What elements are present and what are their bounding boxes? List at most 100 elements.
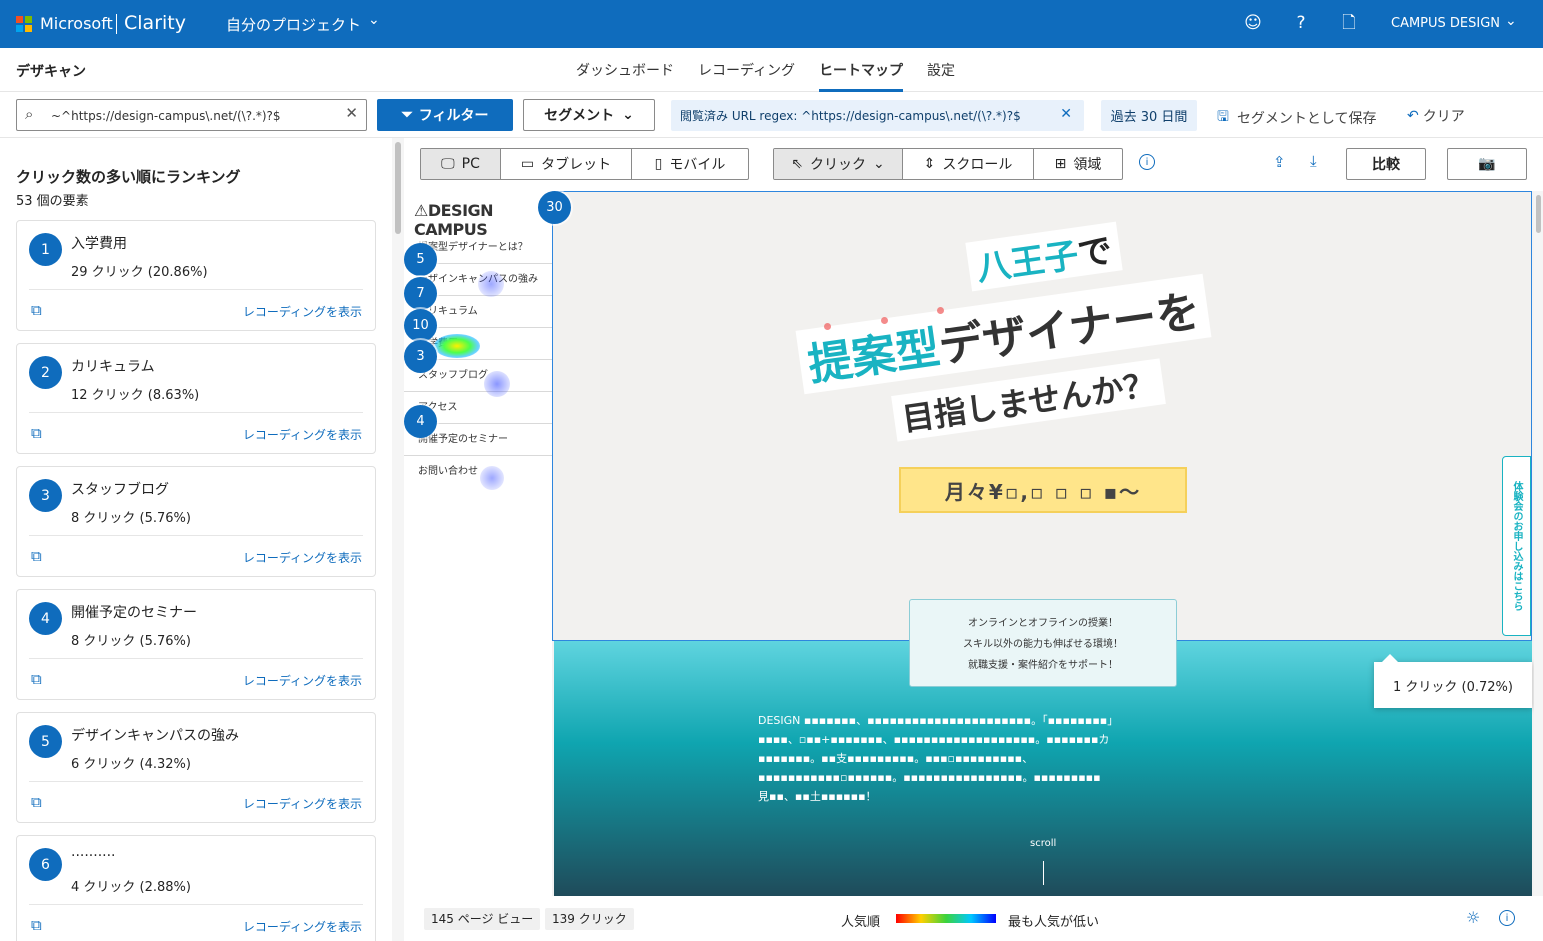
heatmap-main: 🖵 PC ▭ タブレット ▯ モバイル ⇖ クリック ⌄ ⇕ スクロール ⊞ 領… xyxy=(404,138,1543,941)
click-rank-marker[interactable]: 5 xyxy=(404,243,437,276)
device-tablet-button[interactable]: ▭ タブレット xyxy=(501,149,632,179)
mode-click-label: クリック xyxy=(810,157,866,173)
device-pc-button[interactable]: 🖵 PC xyxy=(421,149,501,179)
microsoft-logo-icon xyxy=(16,16,32,32)
clear-label: クリア xyxy=(1422,109,1465,125)
segment-button[interactable]: セグメント ⌄ xyxy=(523,99,655,131)
search-icon: ⌕ xyxy=(25,105,34,123)
intro-line: ▪▪▪▪▪▪▪。▪▪支▪▪▪▪▪▪▪▪▪。▪▪▪▫▪▪▪▪▪▪▪▪▪、 xyxy=(758,752,1034,765)
copy-icon[interactable]: ⧉ xyxy=(31,670,42,688)
scrollbar-thumb[interactable] xyxy=(1536,195,1541,233)
trial-signup-tab[interactable]: 体験会のお申し込みはこちら xyxy=(1502,456,1531,636)
account-name[interactable]: CAMPUS DESIGN xyxy=(1391,16,1500,31)
feature-line: オンラインとオフラインの授業！ xyxy=(968,618,1118,629)
heat-dot xyxy=(824,323,831,330)
close-icon[interactable]: ✕ xyxy=(345,104,358,122)
rank-badge: 2 xyxy=(29,356,62,389)
legend-least-popular: 最も人気が低い xyxy=(1008,915,1100,930)
date-filter-chip[interactable]: 過去 30 日間 xyxy=(1101,100,1197,131)
preview-nav-item[interactable]: お問い合わせ xyxy=(404,456,552,488)
device-switcher: 🖵 PC ▭ タブレット ▯ モバイル xyxy=(420,148,749,180)
click-tooltip: 1 クリック (0.72%) xyxy=(1374,654,1532,708)
info-icon[interactable]: i xyxy=(1499,910,1515,926)
chevron-down-icon[interactable]: ⌄ xyxy=(368,12,380,28)
funnel-icon: ⏷ xyxy=(401,107,413,123)
camera-icon: 📷 xyxy=(1478,156,1496,172)
click-rank-marker[interactable]: 10 xyxy=(404,309,437,342)
ranking-card[interactable]: 1 入学費用 29 クリック (20.86%) ⧉ レコーディングを表示 xyxy=(16,220,376,331)
project-selector[interactable]: 自分のプロジェクト xyxy=(226,14,361,35)
grid-icon: ⊞ xyxy=(1054,156,1067,172)
url-search-input[interactable] xyxy=(51,106,341,126)
ranking-card[interactable]: 4 開催予定のセミナー 8 クリック (5.76%) ⧉ レコーディングを表示 xyxy=(16,589,376,700)
panel-scrollbar[interactable] xyxy=(392,138,404,941)
copy-icon[interactable]: ⧉ xyxy=(31,793,42,811)
tab-settings[interactable]: 設定 xyxy=(927,48,955,92)
click-rank-marker[interactable]: 4 xyxy=(404,405,437,438)
intro-line: 見▪▪、▪▪土▪▪▪▪▪▪！ xyxy=(758,790,877,803)
chevron-down-icon[interactable]: ⌄ xyxy=(1505,13,1517,29)
element-name: 入学費用 xyxy=(71,236,127,252)
click-rank-marker[interactable]: 3 xyxy=(404,340,437,373)
click-rank-marker[interactable]: 30 xyxy=(538,191,571,224)
view-recordings-link[interactable]: レコーディングを表示 xyxy=(243,303,362,320)
info-icon[interactable]: i xyxy=(1139,154,1155,170)
panel-title: クリック数の多い順にランキング xyxy=(16,168,241,186)
feature-line: スキル以外の能力も伸ばせる環境！ xyxy=(963,639,1123,650)
page-preview[interactable]: ⚠DESIGN CAMPUS 提案型デザイナーとは？ デザインキャンパスの強み … xyxy=(404,191,1543,896)
preview-scrollbar[interactable] xyxy=(1534,191,1543,896)
brightness-icon[interactable]: ☼ xyxy=(1466,908,1480,927)
device-tablet-label: タブレット xyxy=(541,157,612,173)
ranking-card[interactable]: 3 スタッフブログ 8 クリック (5.76%) ⧉ レコーディングを表示 xyxy=(16,466,376,577)
save-segment-button[interactable]: 🖫 セグメントとして保存 xyxy=(1217,106,1377,130)
mode-scroll-label: スクロール xyxy=(942,157,1013,173)
copy-icon[interactable]: ⧉ xyxy=(31,424,42,442)
filter-button[interactable]: ⏷ フィルター xyxy=(377,99,513,131)
intro-line: ▪▪▪▪▪▪▪▪▪▪▪▫▪▪▪▪▪▪。▪▪▪▪▪▪▪▪▪▪▪▪▪▪▪▪。▪▪▪▪… xyxy=(758,771,1101,784)
click-rank-marker[interactable]: 7 xyxy=(404,277,437,310)
screenshot-button[interactable]: 📷 xyxy=(1447,148,1527,180)
rank-badge: 3 xyxy=(29,479,62,512)
scroll-icon: ⇕ xyxy=(923,156,936,172)
device-mobile-button[interactable]: ▯ モバイル xyxy=(632,149,748,179)
view-recordings-link[interactable]: レコーディングを表示 xyxy=(243,918,362,935)
copy-icon[interactable]: ⧉ xyxy=(31,301,42,319)
close-icon[interactable]: ✕ xyxy=(1060,106,1072,122)
view-recordings-link[interactable]: レコーディングを表示 xyxy=(243,426,362,443)
brand-microsoft: Microsoft xyxy=(40,14,113,33)
ranking-card[interactable]: 6 ·········· 4 クリック (2.88%) ⧉ レコーディングを表示 xyxy=(16,835,376,941)
ranking-card[interactable]: 5 デザインキャンパスの強み 6 クリック (4.32%) ⧉ レコーディングを… xyxy=(16,712,376,823)
download-icon[interactable]: ⤓ xyxy=(1310,152,1317,170)
click-count: 6 クリック (4.32%) xyxy=(71,757,191,772)
compare-button[interactable]: 比較 xyxy=(1346,148,1426,180)
tab-dashboard[interactable]: ダッシュボード xyxy=(576,48,674,92)
share-icon[interactable]: ⇪ xyxy=(1273,153,1286,171)
chevron-down-icon: ⌄ xyxy=(622,107,634,123)
clear-button[interactable]: ↶ クリア xyxy=(1407,106,1465,126)
card-divider xyxy=(29,658,363,659)
view-recordings-link[interactable]: レコーディングを表示 xyxy=(243,549,362,566)
copy-icon[interactable]: ⧉ xyxy=(31,916,42,934)
view-recordings-link[interactable]: レコーディングを表示 xyxy=(243,672,362,689)
card-divider xyxy=(29,904,363,905)
url-filter-chip[interactable]: 閲覧済み URL regex: ^https://design-campus\.… xyxy=(671,100,1084,131)
document-icon[interactable]: 🗋 xyxy=(1338,12,1360,34)
smiley-icon[interactable]: ☺ xyxy=(1242,12,1264,34)
rank-badge: 1 xyxy=(29,233,62,266)
copy-icon[interactable]: ⧉ xyxy=(31,547,42,565)
scrollbar-thumb[interactable] xyxy=(395,142,401,234)
legend-most-popular: 人気順 xyxy=(841,915,881,930)
chevron-down-icon: ⌄ xyxy=(873,156,885,172)
ranking-card[interactable]: 2 カリキュラム 12 クリック (8.63%) ⧉ レコーディングを表示 xyxy=(16,343,376,454)
card-divider xyxy=(29,781,363,782)
tab-heatmaps[interactable]: ヒートマップ xyxy=(819,48,904,92)
help-icon[interactable]: ? xyxy=(1290,12,1312,34)
heat-spot xyxy=(480,466,504,490)
mode-click-button[interactable]: ⇖ クリック ⌄ xyxy=(774,149,903,179)
view-recordings-link[interactable]: レコーディングを表示 xyxy=(243,795,362,812)
mode-scroll-button[interactable]: ⇕ スクロール xyxy=(903,149,1034,179)
brand-clarity[interactable]: Clarity xyxy=(124,12,186,34)
url-search-box[interactable]: ⌕ ✕ xyxy=(16,99,367,131)
mode-area-button[interactable]: ⊞ 領域 xyxy=(1034,149,1122,179)
tab-recordings[interactable]: レコーディング xyxy=(698,48,795,92)
